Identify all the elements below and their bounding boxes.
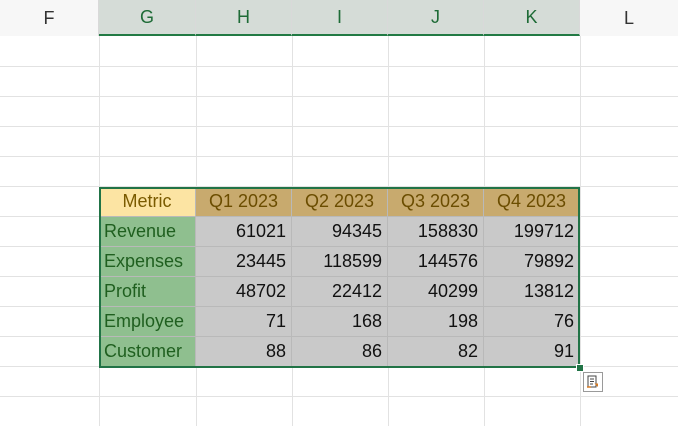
column-header-l[interactable]: L bbox=[580, 0, 678, 36]
spreadsheet: F G H I J K L Metric Q1 2023 Q2 2023 Q3 … bbox=[0, 0, 678, 426]
header-metric-cell[interactable]: Metric bbox=[99, 187, 196, 217]
gridline bbox=[0, 156, 678, 157]
cell-employee-q3[interactable]: 198 bbox=[388, 307, 484, 337]
fill-handle[interactable] bbox=[576, 364, 584, 372]
column-header-j[interactable]: J bbox=[388, 0, 484, 36]
header-q4-cell[interactable]: Q4 2023 bbox=[484, 187, 580, 217]
row-label-expenses[interactable]: Expenses bbox=[99, 247, 196, 277]
cell-expenses-q2[interactable]: 118599 bbox=[292, 247, 388, 277]
cell-customer-q3[interactable]: 82 bbox=[388, 337, 484, 367]
cell-profit-q1[interactable]: 48702 bbox=[196, 277, 292, 307]
cell-revenue-q3[interactable]: 158830 bbox=[388, 217, 484, 247]
cell-profit-q2[interactable]: 22412 bbox=[292, 277, 388, 307]
cell-revenue-q1[interactable]: 61021 bbox=[196, 217, 292, 247]
gridline bbox=[0, 126, 678, 127]
column-header-k[interactable]: K bbox=[484, 0, 580, 36]
cell-revenue-q2[interactable]: 94345 bbox=[292, 217, 388, 247]
column-header-g[interactable]: G bbox=[99, 0, 196, 36]
gridline bbox=[0, 396, 678, 397]
row-label-employee[interactable]: Employee bbox=[99, 307, 196, 337]
cell-expenses-q1[interactable]: 23445 bbox=[196, 247, 292, 277]
quick-analysis-icon[interactable] bbox=[583, 372, 603, 392]
cell-profit-q3[interactable]: 40299 bbox=[388, 277, 484, 307]
cell-profit-q4[interactable]: 13812 bbox=[484, 277, 580, 307]
cell-expenses-q3[interactable]: 144576 bbox=[388, 247, 484, 277]
header-q3-cell[interactable]: Q3 2023 bbox=[388, 187, 484, 217]
cell-employee-q2[interactable]: 168 bbox=[292, 307, 388, 337]
header-q2-cell[interactable]: Q2 2023 bbox=[292, 187, 388, 217]
cell-employee-q4[interactable]: 76 bbox=[484, 307, 580, 337]
gridline bbox=[0, 66, 678, 67]
cell-employee-q1[interactable]: 71 bbox=[196, 307, 292, 337]
cell-expenses-q4[interactable]: 79892 bbox=[484, 247, 580, 277]
header-q1-cell[interactable]: Q1 2023 bbox=[196, 187, 292, 217]
column-header-f[interactable]: F bbox=[0, 0, 99, 36]
row-label-profit[interactable]: Profit bbox=[99, 277, 196, 307]
cell-customer-q4[interactable]: 91 bbox=[484, 337, 580, 367]
cell-customer-q1[interactable]: 88 bbox=[196, 337, 292, 367]
column-header-i[interactable]: I bbox=[292, 0, 388, 36]
cell-customer-q2[interactable]: 86 bbox=[292, 337, 388, 367]
row-label-revenue[interactable]: Revenue bbox=[99, 217, 196, 247]
row-label-customer[interactable]: Customer bbox=[99, 337, 196, 367]
cell-revenue-q4[interactable]: 199712 bbox=[484, 217, 580, 247]
column-header-h[interactable]: H bbox=[196, 0, 292, 36]
gridline bbox=[0, 96, 678, 97]
